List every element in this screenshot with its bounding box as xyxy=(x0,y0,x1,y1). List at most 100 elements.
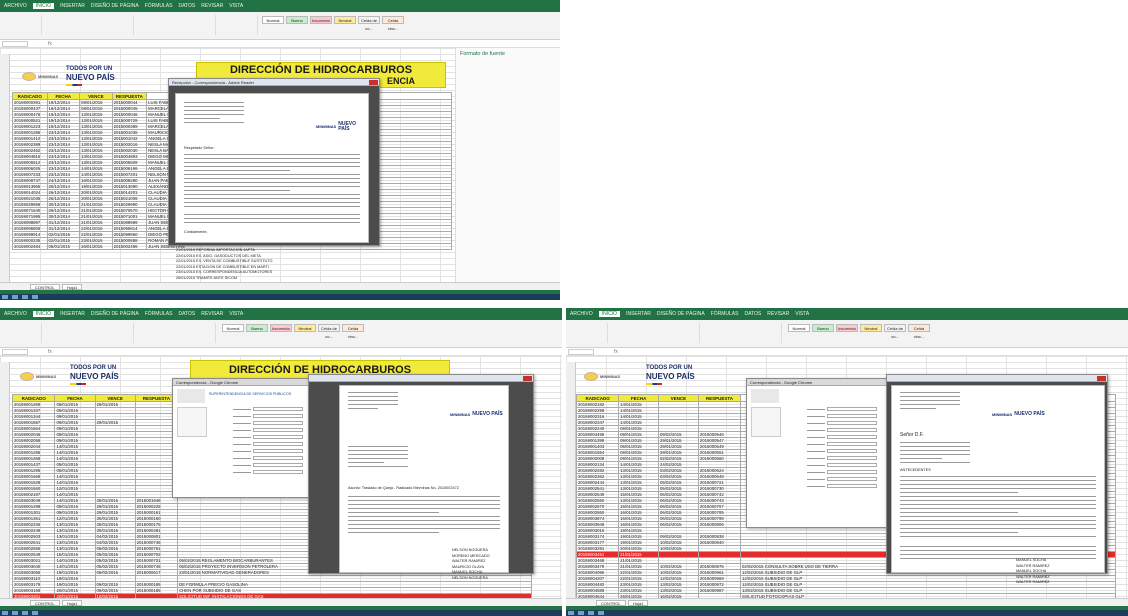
ribbon-tab[interactable]: REVISAR xyxy=(201,3,223,9)
close-icon[interactable] xyxy=(523,376,532,381)
formula-bar[interactable]: fx xyxy=(566,348,1128,356)
form-field[interactable] xyxy=(253,442,303,446)
cell-style-chip[interactable]: Incorrecto xyxy=(270,324,292,332)
formula-bar[interactable]: fx xyxy=(0,348,562,356)
ribbon-tab[interactable]: DISEÑO DE PÁGINA xyxy=(657,311,705,317)
window-titlebar[interactable] xyxy=(309,375,533,382)
explorer-icon[interactable] xyxy=(12,295,18,299)
column-header[interactable]: RADICADO xyxy=(12,92,48,100)
chrome-icon[interactable] xyxy=(32,295,38,299)
taskbar[interactable] xyxy=(0,294,560,300)
form-field[interactable] xyxy=(253,435,303,439)
name-box[interactable] xyxy=(2,349,28,355)
cell-style-chip[interactable]: Normal xyxy=(222,324,244,332)
table-cell[interactable]: 2015002496 xyxy=(111,243,148,250)
column-header[interactable]: FECHA xyxy=(54,394,96,402)
sheet-tabs[interactable]: CONTROL Hoja1 xyxy=(0,282,560,290)
font-group[interactable] xyxy=(44,15,134,35)
cell-style-chip[interactable]: Bueno xyxy=(246,324,268,332)
column-header[interactable]: VENCE xyxy=(79,92,113,100)
cell-style-chip[interactable]: Normal xyxy=(262,16,284,24)
form-field[interactable] xyxy=(253,456,303,460)
ribbon-tab[interactable]: ARCHIVO xyxy=(570,311,593,317)
ribbon-tab[interactable]: REVISAR xyxy=(767,311,789,317)
form-field[interactable] xyxy=(827,407,877,411)
ribbon-tab[interactable]: ARCHIVO xyxy=(4,3,27,9)
table-cell[interactable]: 05/01/2015 xyxy=(46,243,81,250)
form-field[interactable] xyxy=(253,463,303,467)
cell-style-chip[interactable]: Celda vinc... xyxy=(908,324,930,339)
chrome-window-form[interactable]: Correspondencia - Google Chrome SUPERINT… xyxy=(172,378,322,498)
ribbon-tab[interactable]: VISTA xyxy=(795,311,809,317)
explorer-icon[interactable] xyxy=(578,611,584,615)
close-icon[interactable] xyxy=(1097,376,1106,381)
taskbar[interactable] xyxy=(566,610,1128,616)
cell-style-chip[interactable]: Celda vinc... xyxy=(342,324,364,339)
chrome-window-form[interactable]: Correspondencia - Google Chrome xyxy=(746,378,896,528)
font-group[interactable] xyxy=(610,323,700,343)
table-cell[interactable]: 26/01/2015 xyxy=(79,243,113,250)
ribbon-tab[interactable]: INSERTAR xyxy=(626,311,651,317)
ribbon-tab[interactable]: INICIO xyxy=(598,311,621,317)
ribbon-tab[interactable]: INSERTAR xyxy=(60,311,85,317)
ribbon-tab[interactable]: DISEÑO DE PÁGINA xyxy=(91,311,139,317)
cell-style-chip[interactable]: Celda de co... xyxy=(358,16,380,31)
chrome-icon[interactable] xyxy=(32,611,38,615)
sheet-tabs[interactable]: CONTROL Hoja1 xyxy=(0,598,562,606)
window-titlebar[interactable]: Correspondencia - Google Chrome xyxy=(747,379,895,386)
font-group[interactable] xyxy=(44,323,134,343)
column-header[interactable]: VENCE xyxy=(658,394,699,402)
form-field[interactable] xyxy=(827,435,877,439)
cell-style-chip[interactable]: Incorrecto xyxy=(310,16,332,24)
clipboard-group[interactable] xyxy=(2,15,42,35)
clipboard-group[interactable] xyxy=(568,323,608,343)
form-field[interactable] xyxy=(827,414,877,418)
start-icon[interactable] xyxy=(2,295,8,299)
formula-bar[interactable]: fx xyxy=(0,40,560,48)
explorer-icon[interactable] xyxy=(12,611,18,615)
form-field[interactable] xyxy=(827,421,877,425)
column-header[interactable]: RADICADO xyxy=(11,394,56,402)
column-header[interactable]: VENCE xyxy=(94,394,136,402)
form-field[interactable] xyxy=(827,463,877,467)
cell-style-chip[interactable]: Incorrecto xyxy=(836,324,858,332)
column-header[interactable]: RADICADO xyxy=(575,394,620,402)
cell-style-chip[interactable]: Celda de co... xyxy=(318,324,340,339)
excel-icon[interactable] xyxy=(22,295,28,299)
cell-style-chip[interactable]: Celda vinc... xyxy=(382,16,404,31)
cell-style-chip[interactable]: Neutral xyxy=(294,324,316,332)
ribbon-tab[interactable]: DATOS xyxy=(178,311,195,317)
form-field[interactable] xyxy=(253,449,303,453)
form-field[interactable] xyxy=(253,407,303,411)
form-field[interactable] xyxy=(253,428,303,432)
pdf-viewer-window[interactable]: Recepción - Correspondencia - Adobe Read… xyxy=(168,78,380,246)
ribbon-tab[interactable]: FÓRMULAS xyxy=(145,3,173,9)
cell-style-chip[interactable]: Bueno xyxy=(286,16,308,24)
form-field[interactable] xyxy=(253,470,303,474)
ribbon-tab[interactable]: FÓRMULAS xyxy=(145,311,173,317)
excel-icon[interactable] xyxy=(22,611,28,615)
name-box[interactable] xyxy=(2,41,28,47)
ribbon-tab[interactable]: ARCHIVO xyxy=(4,311,27,317)
form-field[interactable] xyxy=(827,449,877,453)
ribbon-tab[interactable]: INICIO xyxy=(32,3,55,9)
column-header[interactable]: FECHA xyxy=(618,394,659,402)
ribbon-tab[interactable]: INSERTAR xyxy=(60,3,85,9)
ribbon-tab[interactable]: VISTA xyxy=(229,3,243,9)
start-icon[interactable] xyxy=(568,611,574,615)
window-titlebar[interactable] xyxy=(887,375,1107,382)
cell-style-chip[interactable]: Normal xyxy=(788,324,810,332)
clipboard-group[interactable] xyxy=(2,323,42,343)
taskbar[interactable] xyxy=(0,610,562,616)
cell-style-chip[interactable]: Neutral xyxy=(334,16,356,24)
window-titlebar[interactable]: Correspondencia - Google Chrome xyxy=(173,379,321,386)
form-field[interactable] xyxy=(253,414,303,418)
sheet-tabs[interactable]: CONTROL Hoja1 xyxy=(566,598,1128,606)
ribbon-tab[interactable]: REVISAR xyxy=(201,311,223,317)
column-header[interactable]: RESPUESTA xyxy=(697,394,742,402)
excel-icon[interactable] xyxy=(588,611,594,615)
name-box[interactable] xyxy=(568,349,594,355)
start-icon[interactable] xyxy=(2,611,8,615)
ribbon-tab[interactable]: FÓRMULAS xyxy=(711,311,739,317)
number-group[interactable] xyxy=(218,15,258,35)
